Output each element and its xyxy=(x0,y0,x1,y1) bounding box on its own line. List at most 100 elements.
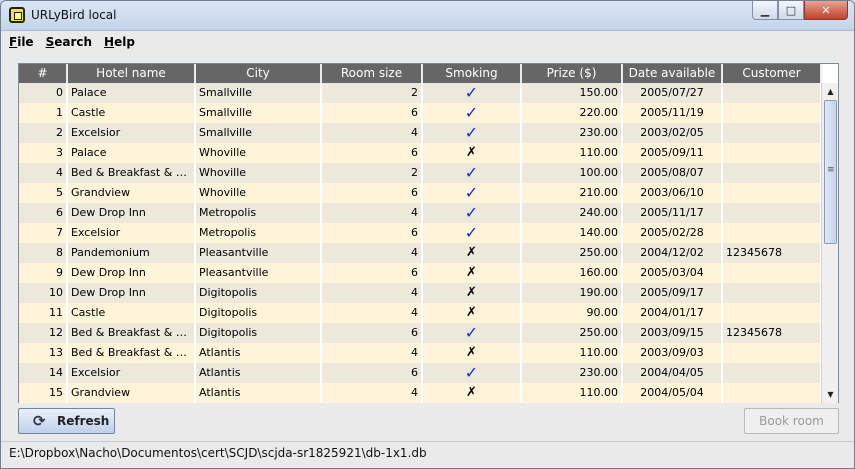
table-row[interactable]: 9 Dew Drop Inn Pleasantville 6 ✗ 160.00 2005/0… xyxy=(19,263,822,283)
room-size-cell: 6 xyxy=(322,323,423,343)
column-header-city[interactable]: City xyxy=(196,64,322,83)
customer-cell xyxy=(723,103,822,123)
room-size-cell: 2 xyxy=(322,83,423,103)
menu-help[interactable]: Help xyxy=(104,35,135,49)
table-row[interactable]: 8 Pandemonium Pleasantville 4 ✗ 250.00 2004/12… xyxy=(19,243,822,263)
column-header-customer[interactable]: Customer xyxy=(723,64,822,83)
column-header-hotel-name[interactable]: Hotel name xyxy=(68,64,196,83)
column-header-smoking[interactable]: Smoking xyxy=(423,64,522,83)
checkmark-icon: ✓ xyxy=(464,203,479,222)
date-available-cell: 2003/09/15 xyxy=(623,323,723,343)
menu-search[interactable]: Search xyxy=(46,35,92,49)
close-button[interactable]: ✕ xyxy=(804,1,848,20)
hotel-name-cell: Excelsior xyxy=(68,123,196,143)
table-row[interactable]: 10 Dew Drop Inn Digitopolis 4 ✗ 190.00 2005/09… xyxy=(19,283,822,303)
column-header-room-size[interactable]: Room size xyxy=(322,64,423,83)
window-title: URLyBird local xyxy=(31,8,117,22)
city-cell: Whoville xyxy=(196,163,322,183)
title-bar[interactable]: URLyBird local ▁ □ ✕ xyxy=(1,1,854,31)
scroll-thumb[interactable] xyxy=(824,100,837,244)
table-row[interactable]: 2 Excelsior Smallville 4 ✓ 230.00 2003/02/05 xyxy=(19,123,822,143)
room-size-cell: 4 xyxy=(322,123,423,143)
prize-cell: 110.00 xyxy=(522,343,623,363)
city-cell: Metropolis xyxy=(196,203,322,223)
city-cell: Smallville xyxy=(196,123,322,143)
column-header-date-available[interactable]: Date available xyxy=(623,64,723,83)
table-row[interactable]: 1 Castle Smallville 6 ✓ 220.00 2005/11/19 xyxy=(19,103,822,123)
room-size-cell: 6 xyxy=(322,363,423,383)
book-room-button[interactable]: Book room xyxy=(744,408,839,434)
prize-cell: 220.00 xyxy=(522,103,623,123)
cross-icon: ✗ xyxy=(466,385,477,400)
cross-icon: ✗ xyxy=(466,285,477,300)
date-available-cell: 2005/09/11 xyxy=(623,143,723,163)
checkmark-icon: ✓ xyxy=(464,123,479,142)
row-index: 12 xyxy=(19,323,68,343)
column-header-prize[interactable]: Prize ($) xyxy=(522,64,623,83)
room-size-cell: 4 xyxy=(322,383,423,403)
hotel-name-cell: Bed & Breakfast & Busi... xyxy=(68,163,196,183)
menu-label: earch xyxy=(54,35,93,49)
room-size-cell: 4 xyxy=(322,283,423,303)
smoking-cell: ✗ xyxy=(423,343,522,363)
date-available-cell: 2005/07/27 xyxy=(623,83,723,103)
scroll-up-arrow-icon[interactable]: ▲ xyxy=(823,84,838,99)
status-bar: E:\Dropbox\Nacho\Documentos\cert\SCJD\sc… xyxy=(1,441,854,463)
row-index: 8 xyxy=(19,243,68,263)
customer-cell xyxy=(723,343,822,363)
city-cell: Atlantis xyxy=(196,363,322,383)
date-available-cell: 2005/03/04 xyxy=(623,263,723,283)
row-index: 6 xyxy=(19,203,68,223)
refresh-button[interactable]: ⟳ Refresh xyxy=(18,408,115,434)
table-row[interactable]: 7 Excelsior Metropolis 6 ✓ 140.00 2005/02/28 xyxy=(19,223,822,243)
customer-cell: 12345678 xyxy=(723,243,822,263)
app-icon xyxy=(9,7,25,23)
scroll-down-arrow-icon[interactable]: ▼ xyxy=(823,387,838,402)
smoking-cell: ✓ xyxy=(423,363,522,383)
cross-icon: ✗ xyxy=(466,245,477,260)
window-controls: ▁ □ ✕ xyxy=(752,1,848,20)
menu-file[interactable]: File xyxy=(9,35,34,49)
table-row[interactable]: 13 Bed & Breakfast & Busi... Atlantis 4 ✗ 110… xyxy=(19,343,822,363)
cross-icon: ✗ xyxy=(466,145,477,160)
smoking-cell: ✗ xyxy=(423,383,522,403)
hotel-name-cell: Castle xyxy=(68,303,196,323)
date-available-cell: 2005/09/17 xyxy=(623,283,723,303)
table-row[interactable]: 11 Castle Digitopolis 4 ✗ 90.00 2004/01/17 xyxy=(19,303,822,323)
smoking-cell: ✗ xyxy=(423,243,522,263)
table-row[interactable]: 15 Grandview Atlantis 4 ✗ 110.00 2004/05/04 xyxy=(19,383,822,403)
maximize-button[interactable]: □ xyxy=(778,1,804,20)
table-row[interactable]: 5 Grandview Whoville 6 ✓ 210.00 2003/06/10 xyxy=(19,183,822,203)
table-row[interactable]: 4 Bed & Breakfast & Busi... Whoville 2 ✓ 100.… xyxy=(19,163,822,183)
city-cell: Digitopolis xyxy=(196,303,322,323)
table-row[interactable]: 3 Palace Whoville 6 ✗ 110.00 2005/09/11 xyxy=(19,143,822,163)
date-available-cell: 2005/11/19 xyxy=(623,103,723,123)
column-header-index[interactable]: # xyxy=(19,64,68,83)
row-index: 7 xyxy=(19,223,68,243)
vertical-scrollbar[interactable]: ▲ ▼ xyxy=(821,83,838,403)
table-row[interactable]: 14 Excelsior Atlantis 6 ✓ 230.00 2004/04/05 xyxy=(19,363,822,383)
checkmark-icon: ✓ xyxy=(464,223,479,242)
customer-cell xyxy=(723,183,822,203)
row-index: 1 xyxy=(19,103,68,123)
row-index: 4 xyxy=(19,163,68,183)
row-index: 2 xyxy=(19,123,68,143)
prize-cell: 210.00 xyxy=(522,183,623,203)
room-size-cell: 4 xyxy=(322,203,423,223)
date-available-cell: 2003/09/03 xyxy=(623,343,723,363)
prize-cell: 190.00 xyxy=(522,283,623,303)
table-row[interactable]: 12 Bed & Breakfast & Busi... Digitopolis 6 ✓… xyxy=(19,323,822,343)
hotel-name-cell: Grandview xyxy=(68,183,196,203)
city-cell: Digitopolis xyxy=(196,323,322,343)
city-cell: Pleasantville xyxy=(196,243,322,263)
customer-cell xyxy=(723,143,822,163)
prize-cell: 240.00 xyxy=(522,203,623,223)
customer-cell xyxy=(723,123,822,143)
customer-cell xyxy=(723,283,822,303)
table-row[interactable]: 0 Palace Smallville 2 ✓ 150.00 2005/07/27 xyxy=(19,83,822,103)
room-size-cell: 4 xyxy=(322,243,423,263)
hotel-name-cell: Bed & Breakfast & Busi... xyxy=(68,323,196,343)
minimize-button[interactable]: ▁ xyxy=(752,1,778,20)
table-row[interactable]: 6 Dew Drop Inn Metropolis 4 ✓ 240.00 2005/11/1… xyxy=(19,203,822,223)
date-available-cell: 2005/08/07 xyxy=(623,163,723,183)
